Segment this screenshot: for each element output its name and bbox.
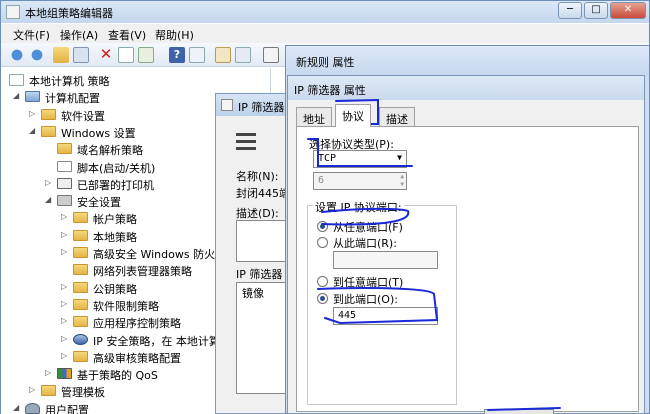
ink-mark-protocol-type <box>307 138 413 167</box>
ink-mark-ok-button <box>487 407 561 411</box>
ink-mark-from-any-port <box>321 207 410 226</box>
ink-mark-to-port <box>317 287 439 325</box>
tab-protocol[interactable]: 协议 <box>335 104 371 127</box>
ink-annotations <box>307 98 561 411</box>
